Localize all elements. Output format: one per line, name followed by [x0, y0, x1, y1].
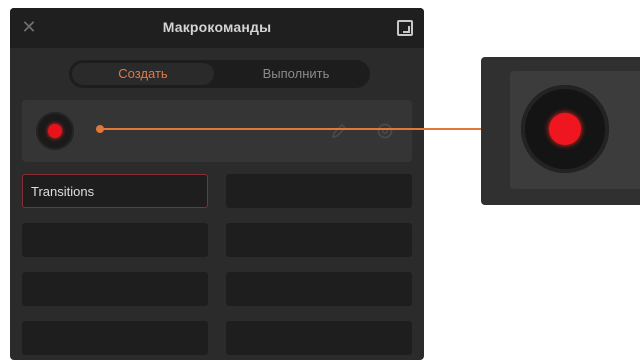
record-icon [549, 113, 581, 145]
zoom-callout [481, 57, 640, 205]
macro-grid: Transitions [22, 174, 412, 360]
window-title: Макрокоманды [162, 19, 272, 35]
pencil-icon[interactable] [330, 122, 348, 140]
callout-dot [96, 125, 104, 133]
macro-slot-5[interactable] [22, 272, 208, 306]
macro-slot-3[interactable] [22, 223, 208, 257]
popout-icon[interactable] [397, 20, 413, 36]
macro-slot-2[interactable] [226, 174, 412, 208]
callout-line [100, 128, 482, 130]
macro-slot-1[interactable]: Transitions [22, 174, 208, 208]
record-button[interactable] [36, 112, 74, 150]
macros-panel: ✕ Макрокоманды Создать Выполнить Transit… [10, 8, 424, 360]
mode-tabs: Создать Выполнить [69, 60, 370, 88]
macro-slot-6[interactable] [226, 272, 412, 306]
settings-icon[interactable] [376, 122, 394, 140]
record-icon [48, 124, 62, 138]
macro-slot-8[interactable] [226, 321, 412, 355]
macro-slot-7[interactable] [22, 321, 208, 355]
macro-slot-label: Transitions [31, 184, 95, 199]
macro-slot-4[interactable] [226, 223, 412, 257]
record-toolbar [22, 100, 412, 162]
zoom-record-area [510, 71, 640, 189]
tab-create[interactable]: Создать [72, 63, 214, 85]
title-bar: ✕ Макрокоманды [10, 8, 424, 48]
tab-run[interactable]: Выполнить [225, 63, 367, 85]
zoom-record-button [521, 85, 609, 173]
